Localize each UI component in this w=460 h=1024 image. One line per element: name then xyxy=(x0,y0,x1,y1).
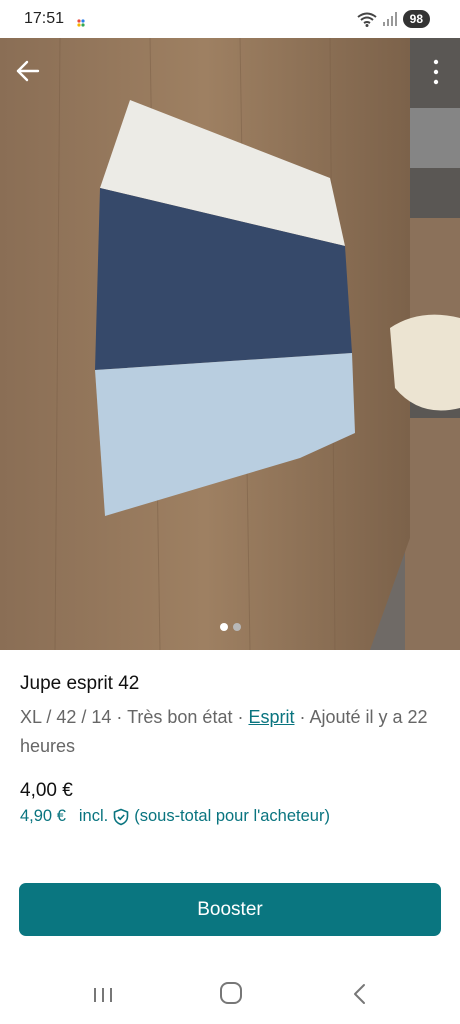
wifi-icon xyxy=(357,12,377,27)
skirt-image xyxy=(0,38,460,650)
meta-prefix: XL / 42 / 14 · Très bon état · xyxy=(20,707,249,727)
booster-button[interactable]: Booster xyxy=(19,883,441,936)
status-bar: 17:51 98 xyxy=(0,0,460,38)
listing-price: 4,00 € xyxy=(20,780,73,801)
notification-icon xyxy=(77,19,85,27)
carousel-dot-active xyxy=(219,623,228,631)
system-nav-bar xyxy=(0,968,460,1024)
home-icon[interactable] xyxy=(220,982,242,1004)
more-options-icon[interactable] xyxy=(426,56,446,88)
buyer-note: (sous-total pour l'acheteur) xyxy=(134,807,330,825)
buyer-incl: incl. xyxy=(78,807,109,825)
brand-link[interactable]: Esprit xyxy=(248,707,294,727)
battery-badge: 98 xyxy=(402,10,430,28)
nav-back-icon[interactable] xyxy=(350,982,370,1006)
listing-photo[interactable] xyxy=(0,38,460,650)
recents-icon[interactable] xyxy=(92,984,114,1006)
carousel-indicator xyxy=(0,623,460,631)
buyer-price-row[interactable]: 4,90 € incl. (sous-total pour l'acheteur… xyxy=(20,807,330,826)
back-arrow-icon[interactable] xyxy=(10,56,44,86)
shield-check-icon xyxy=(113,808,129,825)
listing-title: Jupe esprit 42 xyxy=(20,673,140,694)
carousel-dot xyxy=(232,623,241,631)
signal-icon xyxy=(382,12,397,26)
status-time: 17:51 xyxy=(24,10,65,27)
listing-meta: XL / 42 / 14 · Très bon état · Esprit · … xyxy=(20,703,445,761)
buyer-price: 4,90 € xyxy=(20,807,66,825)
